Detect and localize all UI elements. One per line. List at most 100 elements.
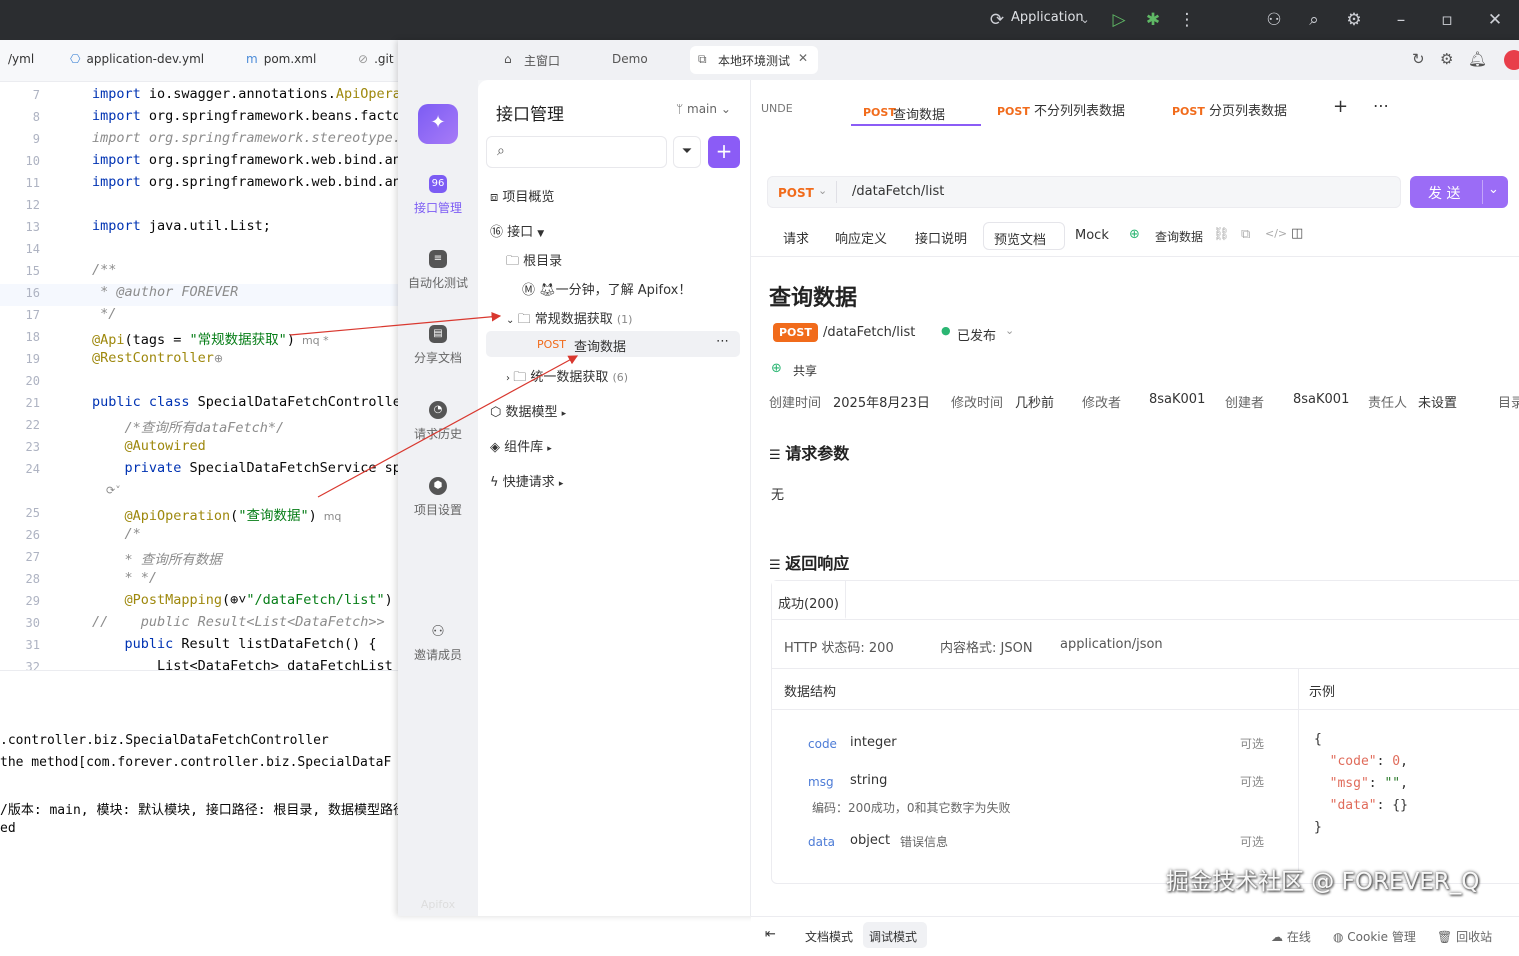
more-tabs-icon[interactable]: ⋯ (1373, 96, 1389, 115)
code-token: * 查询所有数据 (92, 552, 222, 568)
tab-demo[interactable]: Demo (612, 52, 648, 66)
tab-paged-data[interactable]: POST 分页列表数据 (1172, 100, 1287, 119)
code-token: * */ (92, 570, 158, 586)
close-tab-icon[interactable]: ✕ (798, 51, 808, 65)
tab-git[interactable]: ⊘ .git (358, 52, 394, 66)
tab-yml[interactable]: /yml (8, 52, 34, 66)
subtab-preview-doc[interactable]: 预览文档 (983, 222, 1065, 250)
tree-item-selected[interactable]: POST 查询数据 ⋯ (486, 331, 740, 357)
run-config-label[interactable]: Application (1011, 10, 1084, 25)
subtab-label: 预览文档 (994, 233, 1047, 248)
avatar[interactable] (1504, 50, 1519, 70)
chevron-down-icon[interactable]: ⌄ (818, 184, 827, 197)
subtab-request[interactable]: 请求 (783, 228, 809, 247)
run-icon[interactable]: ▷ (1108, 9, 1130, 31)
subtab-response-def[interactable]: 响应定义 (835, 228, 887, 247)
method-select[interactable]: POST (778, 186, 814, 200)
rail-share-docs[interactable]: ▤ 分享文档 (398, 325, 478, 366)
tree-search-input[interactable]: ⌕ (486, 136, 667, 168)
code-icon[interactable]: </> (1265, 227, 1287, 240)
line-number: 28 (25, 572, 40, 586)
close-icon[interactable]: ✕ (1484, 9, 1506, 31)
rail-label: 请求历史 (413, 427, 462, 441)
response-tab-200[interactable]: 成功(200) (772, 581, 846, 619)
line-number: 29 (25, 594, 40, 608)
add-button[interactable]: + (708, 136, 740, 168)
tree-item-overview[interactable]: ⧈ 项目概览 (490, 186, 554, 205)
refresh-icon[interactable]: ↻ (1412, 50, 1425, 68)
apifox-window-tabs: ⌂ 主窗口 Demo ⧉ 本地环境测试 ✕ ↻ ⚙ 🔔︎ (398, 40, 1519, 80)
tab-unde[interactable]: UNDE (761, 102, 793, 115)
panel-icon[interactable]: ◫ (1291, 226, 1303, 241)
method-badge: POST (1172, 105, 1205, 118)
markdown-icon: Ⓜ (522, 283, 540, 298)
code-token: import (92, 86, 149, 102)
maximize-icon[interactable]: ▫ (1436, 9, 1458, 31)
code-editor[interactable]: 7 import io.swagger.annotations.ApiOpera 8… (0, 82, 401, 674)
code-token: mq (316, 510, 342, 523)
tab-local-env[interactable]: ⧉ 本地环境测试 ✕ (690, 46, 818, 74)
settings-icon[interactable]: ⚙ (1343, 9, 1365, 31)
tree-folder-regular[interactable]: ⌄ 🗀 常规数据获取 (1) (506, 308, 632, 332)
divider (1298, 669, 1299, 885)
code-token: import (92, 108, 149, 124)
tree-item-api[interactable]: ⑯ 接口 ▼ (490, 221, 544, 240)
online-status[interactable]: ☁ 在线 (1271, 928, 1311, 945)
bell-icon[interactable]: 🔔︎ (1468, 50, 1487, 68)
recycle-bin[interactable]: 🗑︎ 回收站 (1437, 928, 1492, 945)
code-line: * */ (92, 570, 158, 586)
chevron-down-icon[interactable]: ⌄ (1074, 9, 1096, 31)
minimize-icon[interactable]: – (1390, 9, 1412, 31)
doc-mode-button[interactable]: 文档模式 (805, 928, 853, 945)
fox-icon: 🦊︎ (539, 283, 556, 298)
rail-invite[interactable]: ⚇ 邀请成员 (398, 622, 478, 663)
more-icon[interactable]: ⋯ (716, 334, 729, 349)
tab-application-dev[interactable]: ⎔ application-dev.yml (70, 52, 204, 66)
tree-item-intro[interactable]: Ⓜ 🦊︎一分钟，了解 Apifox！ (522, 279, 691, 298)
tree-item-root[interactable]: 🗀 根目录 (506, 250, 562, 274)
collapse-icon[interactable]: ⇤ (765, 927, 776, 942)
more-icon[interactable]: ⋮ (1176, 9, 1198, 31)
gear-icon[interactable]: ⚙ (1440, 50, 1453, 68)
chevron-down-icon[interactable]: ⌄ (1488, 182, 1499, 197)
tree-item-quick-requests[interactable]: ϟ 快捷请求 ▸ (490, 471, 563, 490)
debug-mode-button[interactable]: 调试模式 (863, 922, 927, 948)
rail-history[interactable]: ◔ 请求历史 (398, 401, 478, 442)
status-badge[interactable]: 已发布 (957, 325, 996, 344)
add-user-icon[interactable]: ⚇ (1263, 9, 1285, 31)
cookie-label: Cookie 管理 (1347, 930, 1416, 944)
list-icon: ☰ (769, 448, 786, 463)
tree-folder-unified[interactable]: › 🗀 统一数据获取 (6) (506, 366, 628, 390)
tree-item-components[interactable]: ◈ 组件库 ▸ (490, 436, 552, 455)
new-tab-icon[interactable]: + (1333, 96, 1348, 117)
search-icon[interactable]: ⌕ (1303, 9, 1325, 31)
request-bar: POST ⌄ /dataFetch/list (767, 176, 1401, 208)
tab-query-data[interactable]: POST 查询数据 (851, 84, 981, 126)
rail-project-settings[interactable]: ⬢ 项目设置 (398, 477, 478, 518)
url-input[interactable]: /dataFetch/list (852, 184, 944, 199)
copy-icon[interactable]: ⧉ (1241, 227, 1250, 242)
console-line: .controller.biz.SpecialDataFetchControll… (0, 733, 329, 748)
project-logo[interactable]: ✦ (418, 104, 458, 144)
code-token: public class (92, 394, 198, 410)
subtab-mock[interactable]: Mock (1075, 228, 1109, 243)
tab-main-window[interactable]: 主窗口 (524, 52, 560, 69)
rail-api-management[interactable]: 96 接口管理 (398, 175, 478, 216)
tree-item-models[interactable]: ⬡ 数据模型 ▸ (490, 401, 566, 420)
link-icon[interactable]: ⛓ (1213, 227, 1230, 242)
cookie-manager[interactable]: ◍ Cookie 管理 (1333, 928, 1416, 945)
debug-icon[interactable]: ✱ (1142, 9, 1164, 31)
filter-button[interactable]: ⏷ (673, 136, 701, 168)
code-token: Result listDataFetch() { (181, 636, 377, 652)
tab-pom[interactable]: m pom.xml (246, 52, 316, 66)
rail-automation[interactable]: ≡ 自动化测试 (398, 250, 478, 291)
subtab-api-desc[interactable]: 接口说明 (915, 228, 967, 247)
code-token: public (92, 636, 182, 652)
branch-selector[interactable]: ᛘ main ⌄ (676, 102, 731, 116)
code-line: /* (92, 526, 141, 542)
chevron-down-icon[interactable]: ⌄ (1005, 324, 1014, 337)
send-button[interactable]: 发 送 ⌄ (1410, 176, 1508, 208)
tab-list-data[interactable]: POST 不分列列表数据 (997, 100, 1125, 119)
line-number: 19 (25, 352, 40, 366)
tab-label: 查询数据 (893, 108, 946, 123)
